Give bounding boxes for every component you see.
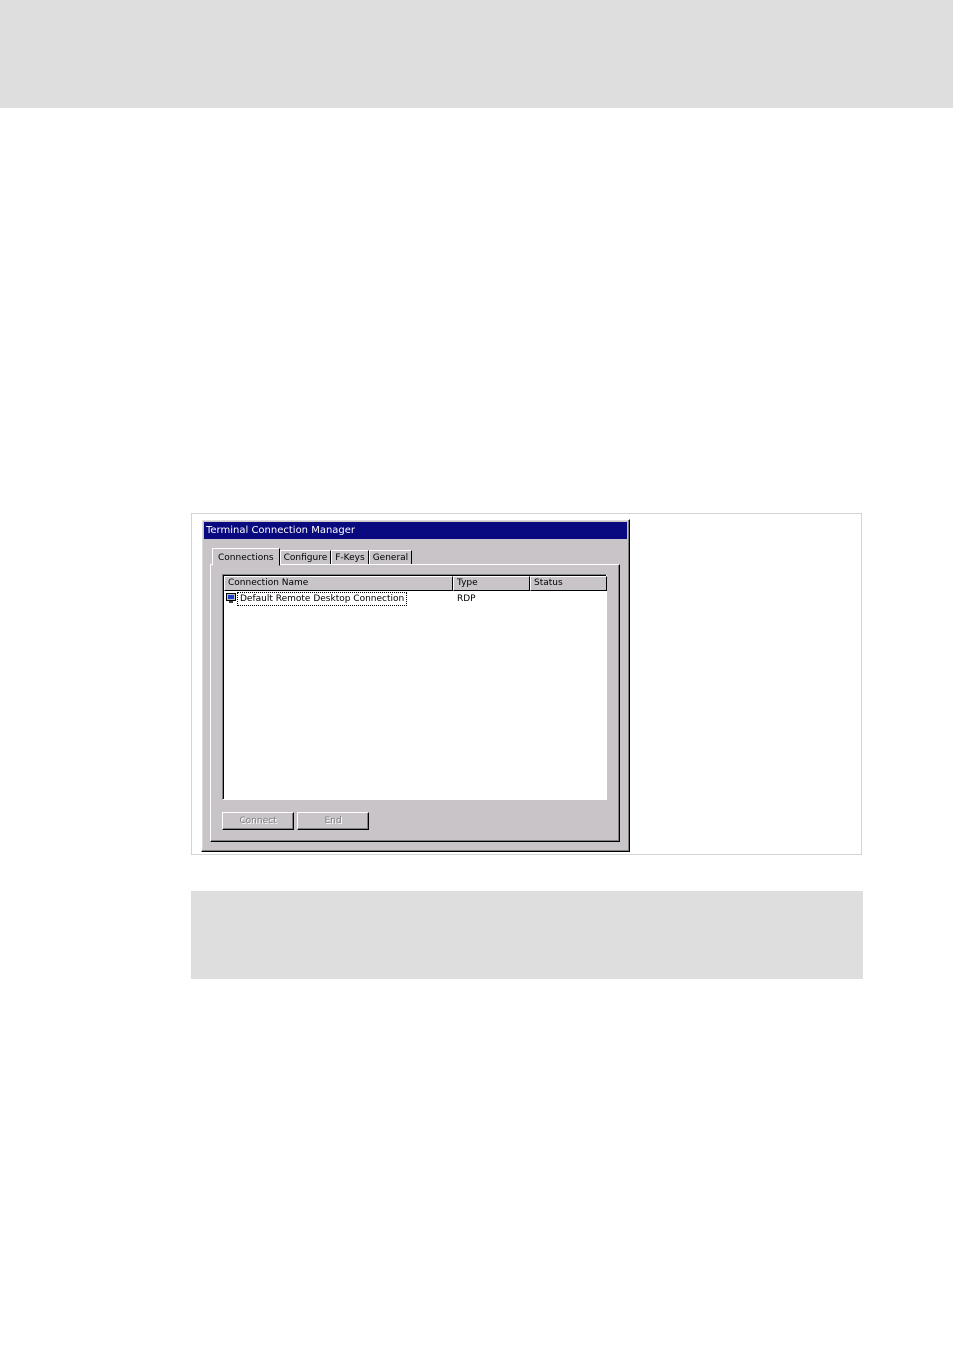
connection-name-cell: Default Remote Desktop Connection [237,592,408,606]
tab-f-keys[interactable]: F-Keys [331,550,369,565]
connections-panel: Connection Name Type Status Default Remo… [210,564,620,842]
tab-strip: Connections Configure F-Keys General [212,547,413,566]
tab-connections[interactable]: Connections [212,548,280,566]
remote-desktop-icon [226,593,236,603]
connections-list[interactable]: Connection Name Type Status Default Remo… [222,574,607,800]
end-button[interactable]: End [297,812,369,830]
window-title: Terminal Connection Manager [204,522,627,539]
terminal-connection-manager-window: Terminal Connection Manager Connections … [201,519,630,852]
column-header-status[interactable]: Status [530,576,607,591]
column-header-type[interactable]: Type [453,576,530,591]
connection-type-cell: RDP [457,594,476,604]
list-header: Connection Name Type Status [224,576,607,591]
list-item[interactable]: Default Remote Desktop Connection RDP [225,592,605,606]
tab-configure[interactable]: Configure [279,550,332,565]
note-box [191,891,863,979]
connect-button[interactable]: Connect [222,812,294,830]
column-header-connection-name[interactable]: Connection Name [224,576,453,591]
page-header-band [0,0,953,108]
tab-general[interactable]: General [368,550,413,565]
